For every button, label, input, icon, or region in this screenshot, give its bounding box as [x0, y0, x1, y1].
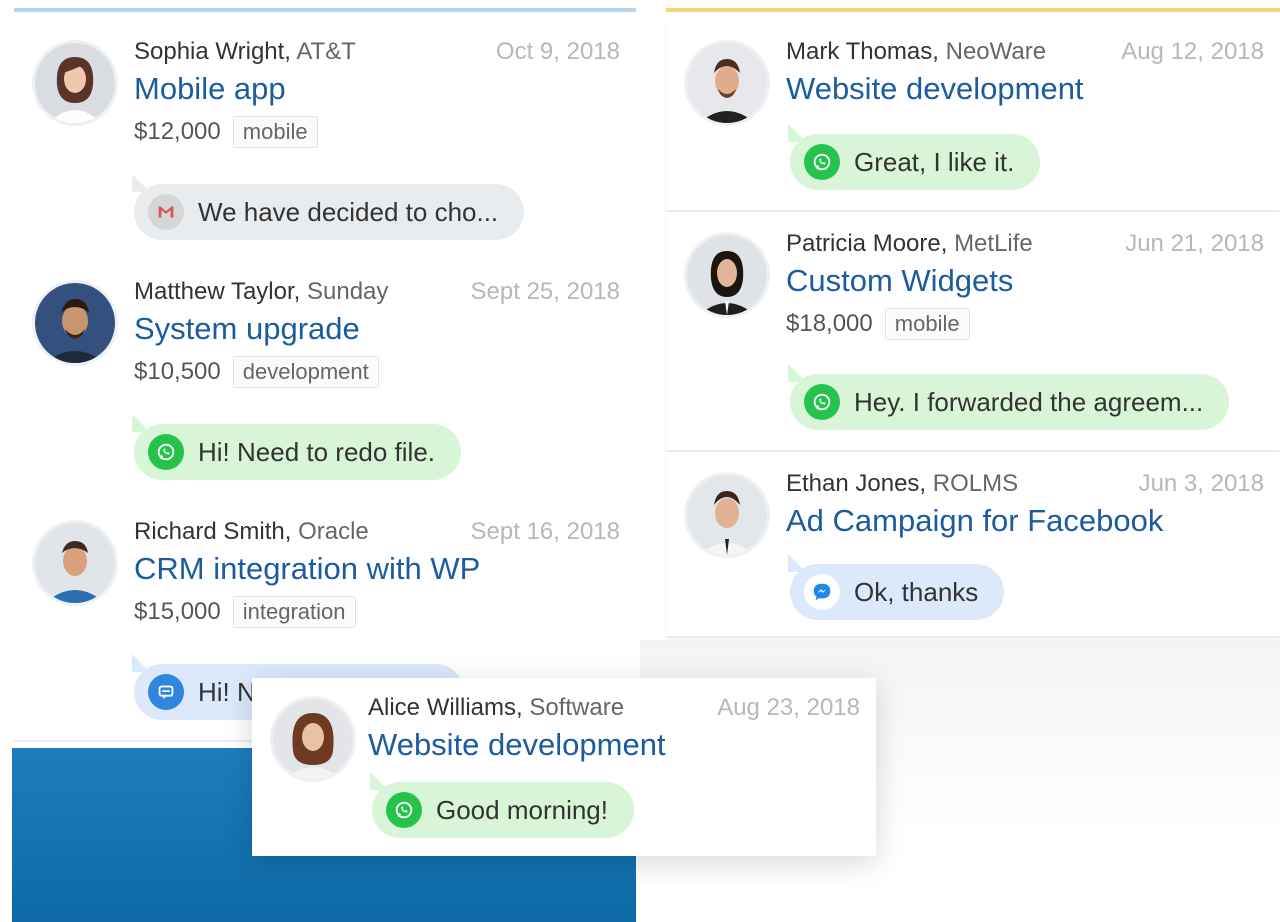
message-text: Good morning! — [436, 794, 608, 825]
deal-amount: $10,500 — [134, 358, 221, 385]
deal-date: Sept 16, 2018 — [470, 518, 620, 545]
contact-name: Matthew Taylor, — [134, 278, 301, 305]
gmail-icon — [148, 194, 184, 230]
deal-title-link[interactable]: Website development — [368, 724, 862, 766]
company-name: Oracle — [298, 518, 369, 545]
message-text: Great, I like it. — [854, 146, 1015, 177]
deal-date: Jun 21, 2018 — [1125, 230, 1264, 257]
company-name: Sunday — [306, 278, 389, 305]
last-message-bubble[interactable]: Good morning! — [372, 782, 634, 838]
deal-title-link[interactable]: Website development — [786, 68, 1266, 110]
left-column-accent-bar — [14, 8, 636, 12]
deal-tag[interactable]: mobile — [232, 116, 318, 148]
avatar — [684, 232, 770, 318]
deal-card-ethan-jones[interactable]: Ethan Jones, ROLMS Jun 3, 2018 Ad Campai… — [666, 452, 1280, 638]
last-message-bubble[interactable]: Ok, thanks — [790, 564, 1005, 620]
message-text: Hey. I forwarded the agreem... — [854, 386, 1204, 417]
messenger-icon — [804, 574, 840, 610]
chat-icon — [148, 674, 184, 710]
avatar — [32, 280, 118, 366]
deal-card-mark-thomas[interactable]: Mark Thomas, NeoWare Aug 12, 2018 Websit… — [666, 20, 1280, 212]
whatsapp-icon — [804, 144, 840, 180]
last-message-bubble[interactable]: We have decided to cho... — [134, 184, 525, 240]
message-text: Hi! Need to redo file. — [198, 436, 436, 467]
avatar — [270, 696, 356, 782]
deal-title-link[interactable]: Custom Widgets — [786, 260, 1266, 302]
whatsapp-icon — [386, 792, 422, 828]
contact-name: Sophia Wright, — [134, 38, 291, 65]
deal-date: Sept 25, 2018 — [470, 278, 620, 305]
last-message-bubble[interactable]: Great, I like it. — [790, 134, 1041, 190]
contact-name: Richard Smith, — [134, 518, 292, 545]
avatar — [684, 40, 770, 126]
message-text: Hi! N — [198, 676, 256, 707]
deal-card-alice-williams-dragging[interactable]: Alice Williams, Software Aug 23, 2018 We… — [252, 678, 876, 856]
deal-amount: $15,000 — [134, 598, 221, 625]
contact-name: Ethan Jones, — [786, 470, 927, 497]
deal-title-link[interactable]: Mobile app — [134, 68, 622, 110]
deal-date: Jun 3, 2018 — [1138, 470, 1264, 497]
deal-card-patricia-moore[interactable]: Patricia Moore, MetLife Jun 21, 2018 Cus… — [666, 212, 1280, 452]
deal-title-link[interactable]: Ad Campaign for Facebook — [786, 500, 1266, 542]
deal-tag[interactable]: mobile — [884, 308, 970, 340]
contact-name: Patricia Moore, — [786, 230, 948, 257]
deal-card-sophia-wright[interactable]: Sophia Wright, AT&T Oct 9, 2018 Mobile a… — [14, 20, 636, 262]
company-name: NeoWare — [945, 38, 1047, 65]
company-name: AT&T — [296, 38, 356, 65]
deal-card-matthew-taylor[interactable]: Matthew Taylor, Sunday Sept 25, 2018 Sys… — [14, 260, 636, 502]
contact-name: Mark Thomas, — [786, 38, 939, 65]
deal-title-link[interactable]: CRM integration with WP — [134, 548, 622, 590]
whatsapp-icon — [804, 384, 840, 420]
deal-date: Oct 9, 2018 — [495, 38, 620, 65]
avatar — [32, 520, 118, 606]
company-name: Software — [529, 694, 625, 721]
right-column-accent-bar — [666, 8, 1280, 12]
deal-amount: $18,000 — [786, 310, 873, 337]
company-name: MetLife — [954, 230, 1033, 257]
deal-amount: $12,000 — [134, 118, 221, 145]
message-text: We have decided to cho... — [198, 196, 499, 227]
avatar — [684, 472, 770, 558]
deal-title-link[interactable]: System upgrade — [134, 308, 622, 350]
avatar — [32, 40, 118, 126]
contact-name: Alice Williams, — [368, 694, 523, 721]
deal-tag[interactable]: development — [232, 356, 379, 388]
deal-date: Aug 23, 2018 — [717, 694, 860, 721]
message-text: Ok, thanks — [854, 576, 979, 607]
deal-date: Aug 12, 2018 — [1121, 38, 1264, 65]
last-message-bubble[interactable]: Hi! Need to redo file. — [134, 424, 462, 480]
last-message-bubble[interactable]: Hey. I forwarded the agreem... — [790, 374, 1230, 430]
company-name: ROLMS — [932, 470, 1019, 497]
whatsapp-icon — [148, 434, 184, 470]
deal-tag[interactable]: integration — [232, 596, 356, 628]
